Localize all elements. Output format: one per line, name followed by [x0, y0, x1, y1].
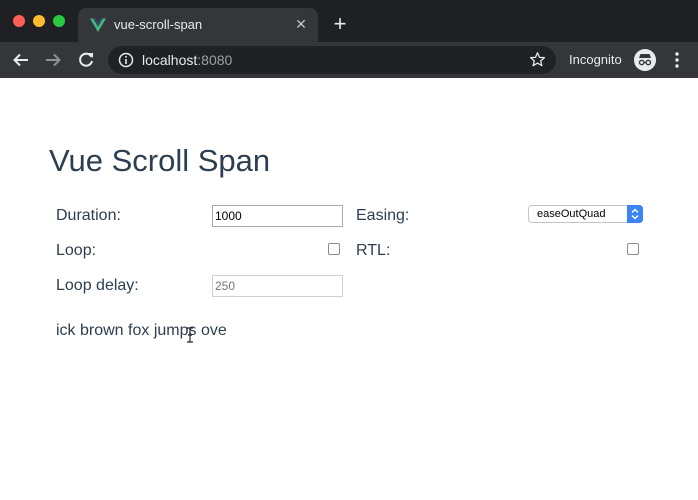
duration-input[interactable]	[212, 205, 343, 227]
vue-logo-icon	[90, 18, 106, 32]
loop-delay-input[interactable]	[212, 275, 343, 297]
select-stepper-icon	[627, 205, 643, 223]
easing-label: Easing:	[356, 207, 410, 224]
url-host: localhost	[142, 52, 198, 68]
browser-titlebar: vue-scroll-span ✕ +	[0, 0, 698, 42]
url-port: :8080	[197, 52, 233, 68]
kebab-menu-icon[interactable]	[672, 51, 682, 69]
incognito-label: Incognito	[569, 52, 622, 67]
easing-selected-value: easeOutQuad	[537, 208, 606, 220]
address-bar[interactable]: localhost:8080	[108, 46, 556, 74]
duration-label: Duration:	[56, 207, 121, 224]
forward-arrow-icon[interactable]	[43, 50, 63, 70]
reload-icon[interactable]	[76, 50, 96, 70]
loop-checkbox[interactable]	[328, 243, 340, 255]
rtl-checkbox[interactable]	[627, 243, 639, 255]
text-cursor-icon	[187, 327, 193, 343]
browser-tab[interactable]: vue-scroll-span ✕	[78, 8, 318, 42]
url-text[interactable]: localhost:8080	[142, 52, 232, 68]
window-maximize-button[interactable]	[53, 15, 65, 27]
tab-close-icon[interactable]: ✕	[294, 17, 308, 31]
loop-delay-label: Loop delay:	[56, 277, 139, 294]
window-minimize-button[interactable]	[33, 15, 45, 27]
rtl-label: RTL:	[356, 242, 391, 259]
window-close-button[interactable]	[13, 15, 25, 27]
back-arrow-icon[interactable]	[11, 50, 31, 70]
page-title: Vue Scroll Span	[49, 143, 271, 178]
loop-label: Loop:	[56, 242, 97, 259]
site-info-icon[interactable]	[118, 52, 134, 68]
incognito-icon[interactable]	[634, 49, 656, 71]
easing-select[interactable]: easeOutQuad	[528, 205, 643, 223]
bookmark-star-icon[interactable]	[529, 51, 546, 68]
new-tab-button[interactable]: +	[330, 13, 350, 35]
tab-title: vue-scroll-span	[114, 17, 203, 32]
scrolling-span-text: ick brown fox jumps ove	[56, 322, 227, 339]
